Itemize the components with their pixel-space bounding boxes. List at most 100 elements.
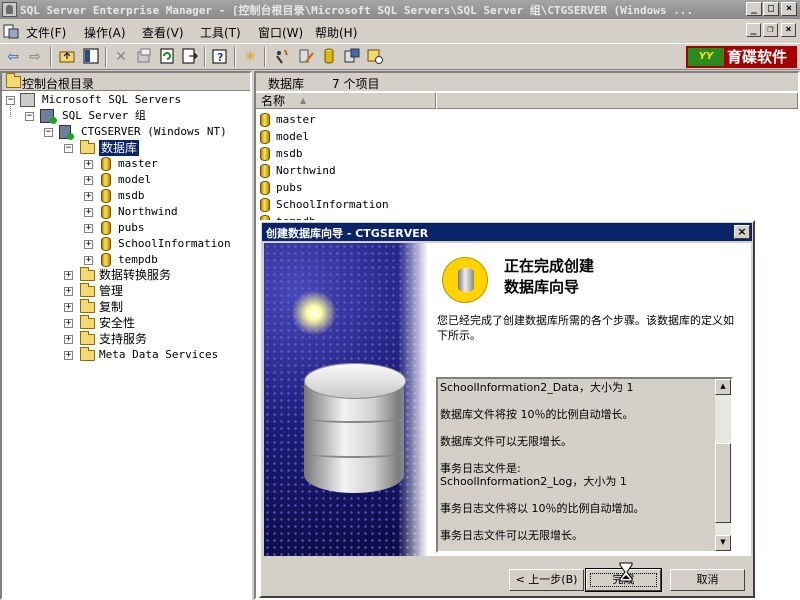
expand-icon[interactable]: + (84, 192, 93, 201)
scroll-up-button[interactable]: ▲ (715, 379, 731, 395)
forward-icon[interactable]: ⇨ (25, 47, 45, 67)
tree-item-schoolinformation[interactable]: + SchoolInformation (2, 236, 250, 252)
tree-item-replication[interactable]: + 复制 (2, 299, 250, 315)
tree-item-databases[interactable]: − 数据库 (2, 140, 250, 156)
dialog-title-bar[interactable]: 创建数据库向导 - CTGSERVER × (262, 223, 752, 241)
tree-item-label: 数据库 (99, 140, 140, 156)
tree-item-master[interactable]: + master (2, 156, 250, 172)
tree-item-model[interactable]: + model (2, 172, 250, 188)
tree-item-label: Northwind (118, 205, 178, 218)
menu-action[interactable]: 操作(A) (84, 24, 126, 41)
expand-icon[interactable]: + (84, 176, 93, 185)
folder-icon (80, 283, 95, 297)
dialog-title: 创建数据库向导 - CTGSERVER (266, 227, 429, 240)
refresh-icon[interactable] (157, 47, 177, 67)
summary-scrollbar[interactable]: ▲ ▼ (715, 379, 731, 551)
new-login-icon[interactable] (272, 47, 292, 67)
tree-item-ctgserver[interactable]: − CTGSERVER (Windows NT) (2, 124, 250, 140)
tree-item-label: 安全性 (99, 316, 136, 330)
tree-item-sql-server-group[interactable]: − SQL Server 组 (2, 108, 250, 124)
column-name-header[interactable]: 名称 ▲ (256, 93, 436, 109)
backup-icon[interactable] (342, 47, 362, 67)
help-icon[interactable]: ? (210, 47, 230, 67)
mdi-minimize-button[interactable]: _ (746, 23, 761, 37)
column-header-blank[interactable] (437, 93, 798, 109)
tree-item-label: 复制 (99, 300, 124, 314)
tree-item-dts[interactable]: + 数据转换服务 (2, 267, 250, 283)
expand-icon[interactable]: + (84, 208, 93, 217)
menu-view[interactable]: 查看(V) (142, 24, 184, 41)
tree-item-management[interactable]: + 管理 (2, 283, 250, 299)
console-tree[interactable]: 控制台根目录 − Microsoft SQL Servers − SQL Ser… (0, 71, 252, 600)
summary-textbox[interactable]: SchoolInformation2_Data，大小为 1 数据库文件将按 10… (436, 377, 733, 553)
list-item-label: SchoolInformation (276, 198, 389, 211)
expand-icon[interactable]: + (64, 303, 73, 312)
mdi-restore-button[interactable]: ❐ (763, 23, 778, 37)
new-database-icon[interactable] (319, 47, 339, 67)
app-icon[interactable] (2, 2, 17, 17)
back-button[interactable]: < 上一步(B) (509, 569, 584, 591)
database-icon (101, 173, 111, 187)
list-item-label: pubs (276, 181, 303, 194)
scroll-thumb[interactable] (715, 443, 731, 523)
menu-bar: 文件(F) 操作(A) 查看(V) 工具(T) 窗口(W) 帮助(H) _ ❐ … (0, 20, 800, 42)
mdi-close-button[interactable]: × (781, 23, 796, 37)
details-header: 数据库 7 个项目 (256, 73, 798, 91)
tree-item-pubs[interactable]: + pubs (2, 220, 250, 236)
tree-item-msdb[interactable]: + msdb (2, 188, 250, 204)
menu-help[interactable]: 帮助(H) (315, 24, 357, 41)
database-icon (101, 237, 111, 251)
expand-icon[interactable]: + (84, 224, 93, 233)
dialog-close-button[interactable]: × (734, 225, 750, 239)
scroll-down-button[interactable]: ▼ (715, 535, 731, 551)
menu-tools[interactable]: 工具(T) (200, 24, 241, 41)
wizard-icon[interactable]: ✳ (240, 47, 260, 67)
tree-item-microsoft-sql-servers[interactable]: − Microsoft SQL Servers (2, 92, 250, 108)
back-icon[interactable]: ⇦ (3, 47, 23, 67)
toolbar-separator (105, 47, 107, 67)
toolbar-separator (234, 47, 236, 67)
up-folder-icon[interactable] (57, 47, 77, 67)
window-title: SQL Server Enterprise Manager - [控制台根目录\… (20, 4, 694, 17)
collapse-icon[interactable]: − (44, 128, 53, 137)
collapse-icon[interactable]: − (25, 112, 34, 121)
expand-icon[interactable]: + (64, 271, 73, 280)
create-database-wizard-dialog[interactable]: 创建数据库向导 - CTGSERVER × 正在完成创建 数据库向导 您已经完成… (259, 220, 755, 598)
sql-query-icon[interactable] (296, 47, 316, 67)
tree-item-security[interactable]: + 安全性 (2, 315, 250, 331)
tree-item-support-services[interactable]: + 支持服务 (2, 331, 250, 347)
console-doc-icon[interactable] (3, 23, 19, 39)
sparkle-icon (274, 273, 354, 353)
maximize-button[interactable]: □ (763, 2, 779, 16)
cancel-button[interactable]: 取消 (670, 569, 745, 591)
expand-icon[interactable]: + (84, 256, 93, 265)
collapse-icon[interactable]: − (6, 96, 15, 105)
delete-icon[interactable]: ✕ (111, 47, 131, 67)
tree-item-northwind[interactable]: + Northwind (2, 204, 250, 220)
minimize-button[interactable]: _ (746, 2, 762, 16)
close-button[interactable]: × (781, 2, 797, 16)
collapse-icon[interactable]: − (64, 144, 73, 153)
server-icon[interactable] (365, 47, 385, 67)
properties-icon[interactable] (134, 47, 154, 67)
tree-item-label: Microsoft SQL Servers (42, 93, 182, 106)
export-icon[interactable] (180, 47, 200, 67)
summary-line: SchoolInformation2_Log，大小为 1 (440, 475, 627, 488)
tree-item-tempdb[interactable]: + tempdb (2, 252, 250, 268)
show-tree-icon[interactable] (81, 47, 101, 67)
summary-line: 事务日志文件将以 10％的比例自动增加。 (440, 502, 645, 515)
tree-item-label: pubs (118, 221, 145, 234)
menu-file[interactable]: 文件(F) (26, 24, 66, 41)
database-icon (101, 221, 111, 235)
wizard-banner-image (264, 243, 428, 556)
tree-item-meta-data-services[interactable]: + Meta Data Services (2, 347, 250, 363)
tree-item-label: SQL Server 组 (62, 109, 146, 122)
expand-icon[interactable]: + (84, 240, 93, 249)
expand-icon[interactable]: + (64, 287, 73, 296)
expand-icon[interactable]: + (64, 319, 73, 328)
expand-icon[interactable]: + (64, 351, 73, 360)
expand-icon[interactable]: + (64, 335, 73, 344)
expand-icon[interactable]: + (84, 160, 93, 169)
folder-icon (80, 331, 95, 345)
menu-window[interactable]: 窗口(W) (258, 24, 303, 41)
